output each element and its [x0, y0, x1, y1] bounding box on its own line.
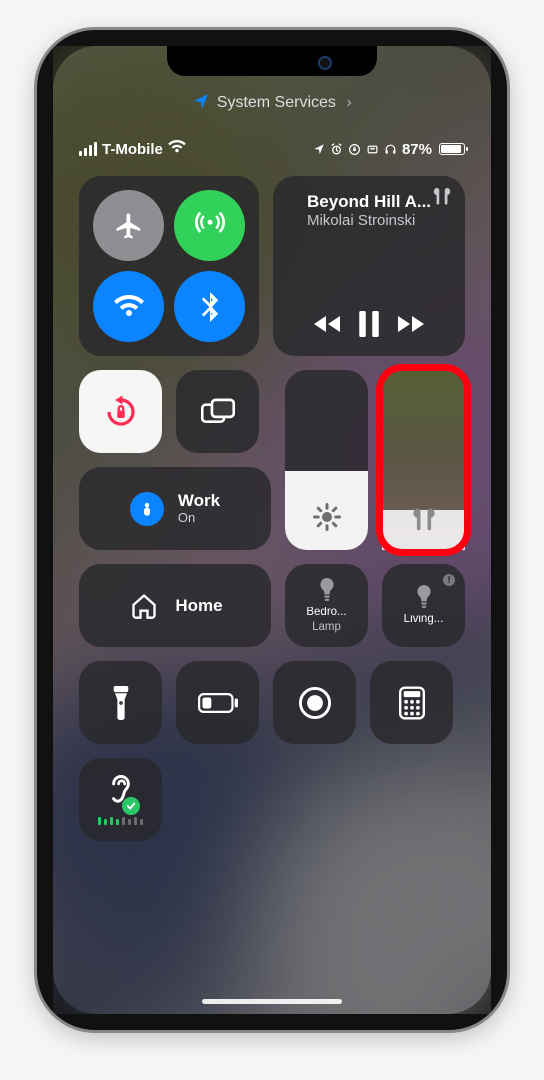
control-center: Beyond Hill A... Mikolai Stroinski	[79, 176, 465, 974]
media-back-button[interactable]	[309, 304, 349, 344]
focus-subtitle: On	[178, 511, 220, 526]
breadcrumb[interactable]: System Services ›	[53, 92, 491, 112]
low-power-mode-button[interactable]	[176, 661, 259, 744]
wifi-icon	[168, 140, 186, 158]
battery-pct: 87%	[402, 141, 432, 158]
pause-icon	[358, 311, 380, 337]
airplane-mode-toggle[interactable]	[93, 190, 164, 261]
record-icon	[298, 686, 332, 720]
bluetooth-toggle[interactable]	[174, 271, 245, 342]
homekit-bedroom-sub: Lamp	[312, 621, 341, 633]
home-icon	[127, 589, 161, 623]
screen-record-button[interactable]	[273, 661, 356, 744]
status-bar: T-Mobile 87%	[53, 140, 491, 158]
hearing-level-bars	[98, 817, 143, 825]
volume-slider[interactable]	[382, 370, 465, 550]
screen-mirroring-icon	[201, 397, 235, 427]
low-power-battery-icon	[198, 692, 238, 714]
focus-work-icon	[130, 492, 164, 526]
homekit-living[interactable]: ! Living...	[382, 564, 465, 647]
orientation-lock-status-icon	[348, 143, 361, 156]
hearing-button[interactable]	[79, 758, 162, 841]
media-title: Beyond Hill A...	[307, 192, 431, 212]
wifi-toggle[interactable]	[93, 271, 164, 342]
media-play-pause-button[interactable]	[349, 304, 389, 344]
alert-badge-icon: !	[443, 574, 455, 586]
display-notch	[167, 46, 377, 76]
lightbulb-icon	[316, 578, 338, 602]
calculator-icon	[399, 686, 425, 720]
airpods-volume-icon	[382, 506, 465, 532]
lightbulb-icon	[413, 585, 435, 609]
chevron-right-icon: ›	[346, 94, 351, 111]
bluetooth-icon	[201, 292, 219, 322]
home-indicator[interactable]	[202, 999, 342, 1004]
headphones-status-icon	[384, 143, 397, 156]
check-badge-icon	[122, 797, 140, 815]
wifi-icon	[114, 295, 144, 319]
location-arrow-icon	[192, 92, 210, 110]
media-module[interactable]: Beyond Hill A... Mikolai Stroinski	[273, 176, 465, 356]
home-button[interactable]: Home	[79, 564, 271, 647]
backward-icon	[314, 313, 344, 335]
calculator-button[interactable]	[370, 661, 453, 744]
screen-mirroring-button[interactable]	[176, 370, 259, 453]
homekit-bedroom-lamp[interactable]: Bedro... Lamp	[285, 564, 368, 647]
connectivity-module[interactable]	[79, 176, 259, 356]
flashlight-icon	[111, 686, 131, 720]
focus-status-icon	[366, 143, 379, 156]
media-artist: Mikolai Stroinski	[307, 212, 431, 229]
antenna-icon	[195, 211, 225, 241]
brightness-slider[interactable]	[285, 370, 368, 550]
phone-frame: System Services › T-Mobile 87%	[37, 30, 507, 1030]
cell-signal-icon	[79, 142, 97, 156]
cellular-data-toggle[interactable]	[174, 190, 245, 261]
orientation-lock-toggle[interactable]	[79, 370, 162, 453]
carrier-label: T-Mobile	[102, 141, 163, 158]
focus-title: Work	[178, 491, 220, 511]
orientation-lock-icon	[103, 394, 139, 430]
flashlight-button[interactable]	[79, 661, 162, 744]
breadcrumb-label: System Services	[217, 94, 336, 111]
airplane-icon	[114, 211, 144, 241]
homekit-bedroom-label: Bedro...	[306, 607, 346, 619]
brightness-icon	[285, 502, 368, 532]
airpods-device-icon	[431, 186, 453, 211]
screen: System Services › T-Mobile 87%	[53, 46, 491, 1014]
homekit-living-label: Living...	[404, 614, 444, 626]
forward-icon	[394, 313, 424, 335]
alarm-icon	[330, 143, 343, 156]
media-forward-button[interactable]	[389, 304, 429, 344]
battery-icon	[439, 143, 465, 155]
location-status-icon	[313, 143, 325, 155]
focus-button[interactable]: Work On	[79, 467, 271, 550]
home-label: Home	[175, 596, 222, 616]
